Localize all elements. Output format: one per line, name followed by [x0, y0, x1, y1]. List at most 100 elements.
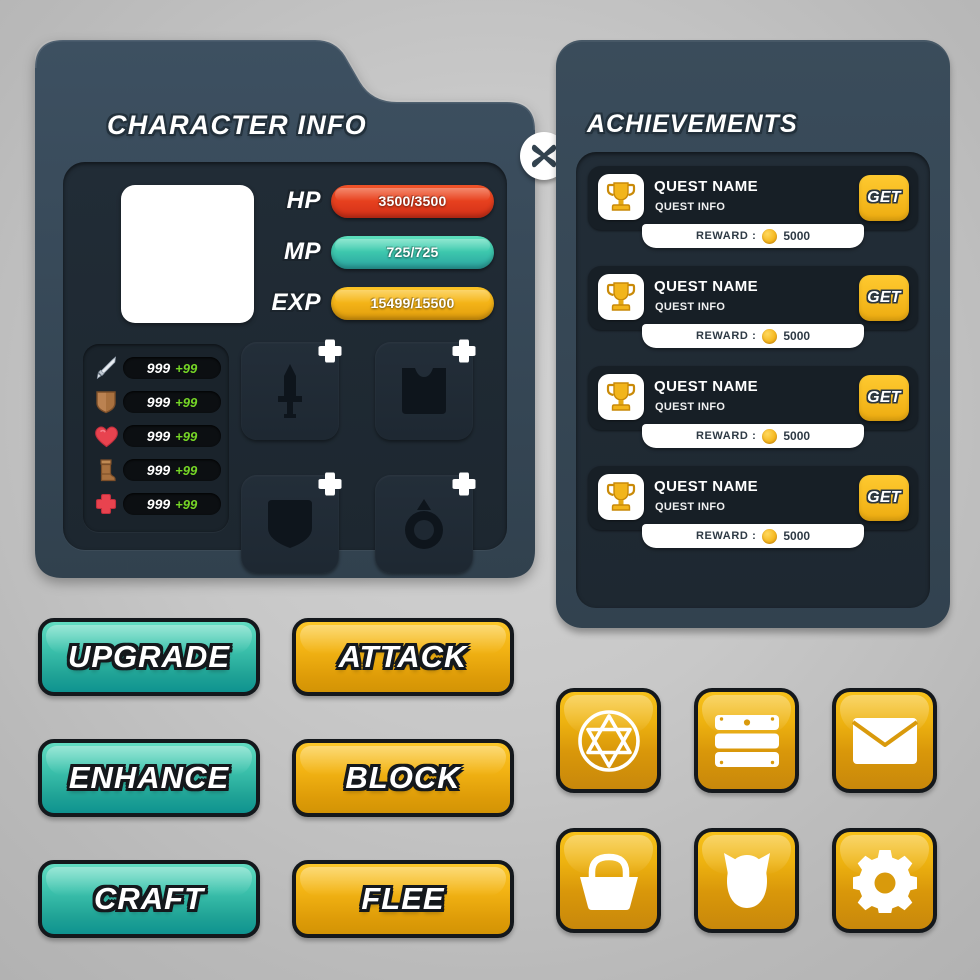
reward-label: REWARD :: [695, 330, 757, 342]
hp-value: 3500/3500: [378, 193, 447, 209]
bar-label-mp: MP: [284, 238, 321, 265]
table-row: HP 3500/3500: [269, 180, 509, 222]
coin-icon: [762, 528, 778, 544]
reward-banner: REWARD : 5000: [642, 424, 864, 448]
bar-label-hp: HP: [286, 187, 321, 214]
list-item: QUEST NAME QUEST INFO GET REWARD : 5000: [588, 266, 918, 348]
stat-pill: 999 +99: [123, 459, 221, 481]
block-button-label: BLOCK: [345, 760, 461, 795]
attack-button-label: ATTACK: [338, 639, 468, 674]
list-item: 999 +99: [91, 455, 221, 485]
quest-info: QUEST INFO: [655, 501, 726, 513]
get-reward-button[interactable]: GET: [859, 275, 909, 321]
quest-name: QUEST NAME: [654, 278, 759, 295]
stat-bonus: +99: [175, 462, 198, 478]
basket-icon: [579, 853, 638, 910]
get-reward-button[interactable]: GET: [859, 375, 909, 421]
stat-list: 999 +99 999 +99 999 +99 999 +99 999 +99: [83, 344, 229, 532]
enhance-button[interactable]: ENHANCE: [38, 739, 260, 817]
drawer-icon: [714, 714, 779, 767]
envelope-icon: [851, 717, 918, 764]
close-x-icon: [531, 144, 557, 168]
drawer-button[interactable]: [694, 688, 799, 793]
character-info-panel: CHARACTER INFO HP 3500/3500 MP 725/725 E…: [35, 40, 568, 578]
flee-button[interactable]: FLEE: [292, 860, 514, 938]
reward-amount: 5000: [783, 229, 811, 243]
get-reward-button[interactable]: GET: [859, 175, 909, 221]
pet-button[interactable]: [694, 828, 799, 933]
equipment-slot-weapon[interactable]: [241, 339, 342, 440]
equipment-slot-ring[interactable]: [375, 472, 476, 573]
quest-info: QUEST INFO: [655, 301, 726, 313]
stat-pill: 999 +99: [123, 425, 221, 447]
stat-value: 999: [146, 360, 171, 376]
craft-button[interactable]: CRAFT: [38, 860, 260, 938]
upgrade-button[interactable]: UPGRADE: [38, 618, 260, 696]
stat-bonus: +99: [175, 428, 198, 444]
hexagram-button[interactable]: [556, 688, 661, 793]
stat-value: 999: [146, 428, 171, 444]
mail-button[interactable]: [832, 688, 937, 793]
equipment-slot-shield[interactable]: [241, 472, 342, 573]
reward-label: REWARD :: [695, 430, 757, 442]
stat-pill: 999 +99: [123, 357, 221, 379]
boot-icon: [91, 457, 121, 483]
stat-pill: 999 +99: [123, 493, 221, 515]
character-info-content: HP 3500/3500 MP 725/725 EXP 15499/15500: [63, 162, 509, 573]
mp-value: 725/725: [386, 244, 439, 260]
stat-value: 999: [146, 462, 171, 478]
reward-amount: 5000: [783, 429, 811, 443]
mp-bar: 725/725: [331, 235, 494, 269]
quest-name: QUEST NAME: [654, 378, 759, 395]
stat-bonus: +99: [175, 496, 198, 512]
list-item: QUEST NAME QUEST INFO GET REWARD : 5000: [588, 466, 918, 548]
get-button-label: GET: [867, 289, 901, 306]
reward-banner: REWARD : 5000: [642, 224, 864, 248]
quest-name: QUEST NAME: [654, 178, 759, 195]
achievements-panel: ACHIEVEMENTS QUEST NAME QUEST INFO GET R…: [556, 40, 950, 628]
bar-label-exp: EXP: [271, 289, 321, 316]
list-item: 999 +99: [91, 353, 221, 383]
settings-button[interactable]: [832, 828, 937, 933]
table-row: MP 725/725: [269, 231, 509, 273]
add-ring-button[interactable]: [449, 469, 479, 499]
stat-pill: 999 +99: [123, 391, 221, 413]
cat-head-icon: [723, 852, 770, 908]
flee-button-label: FLEE: [361, 881, 445, 916]
page-title: CHARACTER INFO: [107, 110, 367, 140]
get-reward-button[interactable]: GET: [859, 475, 909, 521]
stat-value: 999: [146, 496, 171, 512]
add-armor-button[interactable]: [449, 336, 479, 366]
sword-icon: [91, 355, 121, 381]
list-item: QUEST NAME QUEST INFO GET REWARD : 5000: [588, 166, 918, 248]
add-weapon-button[interactable]: [315, 336, 345, 366]
reward-label: REWARD :: [695, 530, 757, 542]
vital-bars: HP 3500/3500 MP 725/725 EXP 15499/15500: [269, 180, 509, 333]
coin-icon: [762, 228, 778, 244]
attack-button[interactable]: ATTACK: [292, 618, 514, 696]
cross-icon: [91, 491, 121, 517]
trophy-icon: [598, 274, 644, 320]
shield-icon: [91, 389, 121, 415]
trophy-icon: [598, 374, 644, 420]
coin-icon: [762, 428, 778, 444]
list-item: QUEST NAME QUEST INFO GET REWARD : 5000: [588, 366, 918, 448]
exp-bar: 15499/15500: [331, 286, 494, 320]
list-item: 999 +99: [91, 387, 221, 417]
coin-icon: [762, 328, 778, 344]
quest-list: QUEST NAME QUEST INFO GET REWARD : 5000: [576, 152, 930, 608]
heart-icon: [91, 423, 121, 449]
quest-info: QUEST INFO: [655, 201, 726, 213]
reward-label: REWARD :: [695, 230, 757, 242]
reward-banner: REWARD : 5000: [642, 524, 864, 548]
basket-button[interactable]: [556, 828, 661, 933]
upgrade-button-label: UPGRADE: [67, 639, 230, 674]
block-button[interactable]: BLOCK: [292, 739, 514, 817]
equipment-slot-armor[interactable]: [375, 339, 476, 440]
get-button-label: GET: [867, 189, 901, 206]
table-row: EXP 15499/15500: [269, 282, 509, 324]
get-button-label: GET: [867, 489, 901, 506]
add-shield-button[interactable]: [315, 469, 345, 499]
avatar[interactable]: [121, 185, 254, 323]
hp-bar: 3500/3500: [331, 184, 494, 218]
